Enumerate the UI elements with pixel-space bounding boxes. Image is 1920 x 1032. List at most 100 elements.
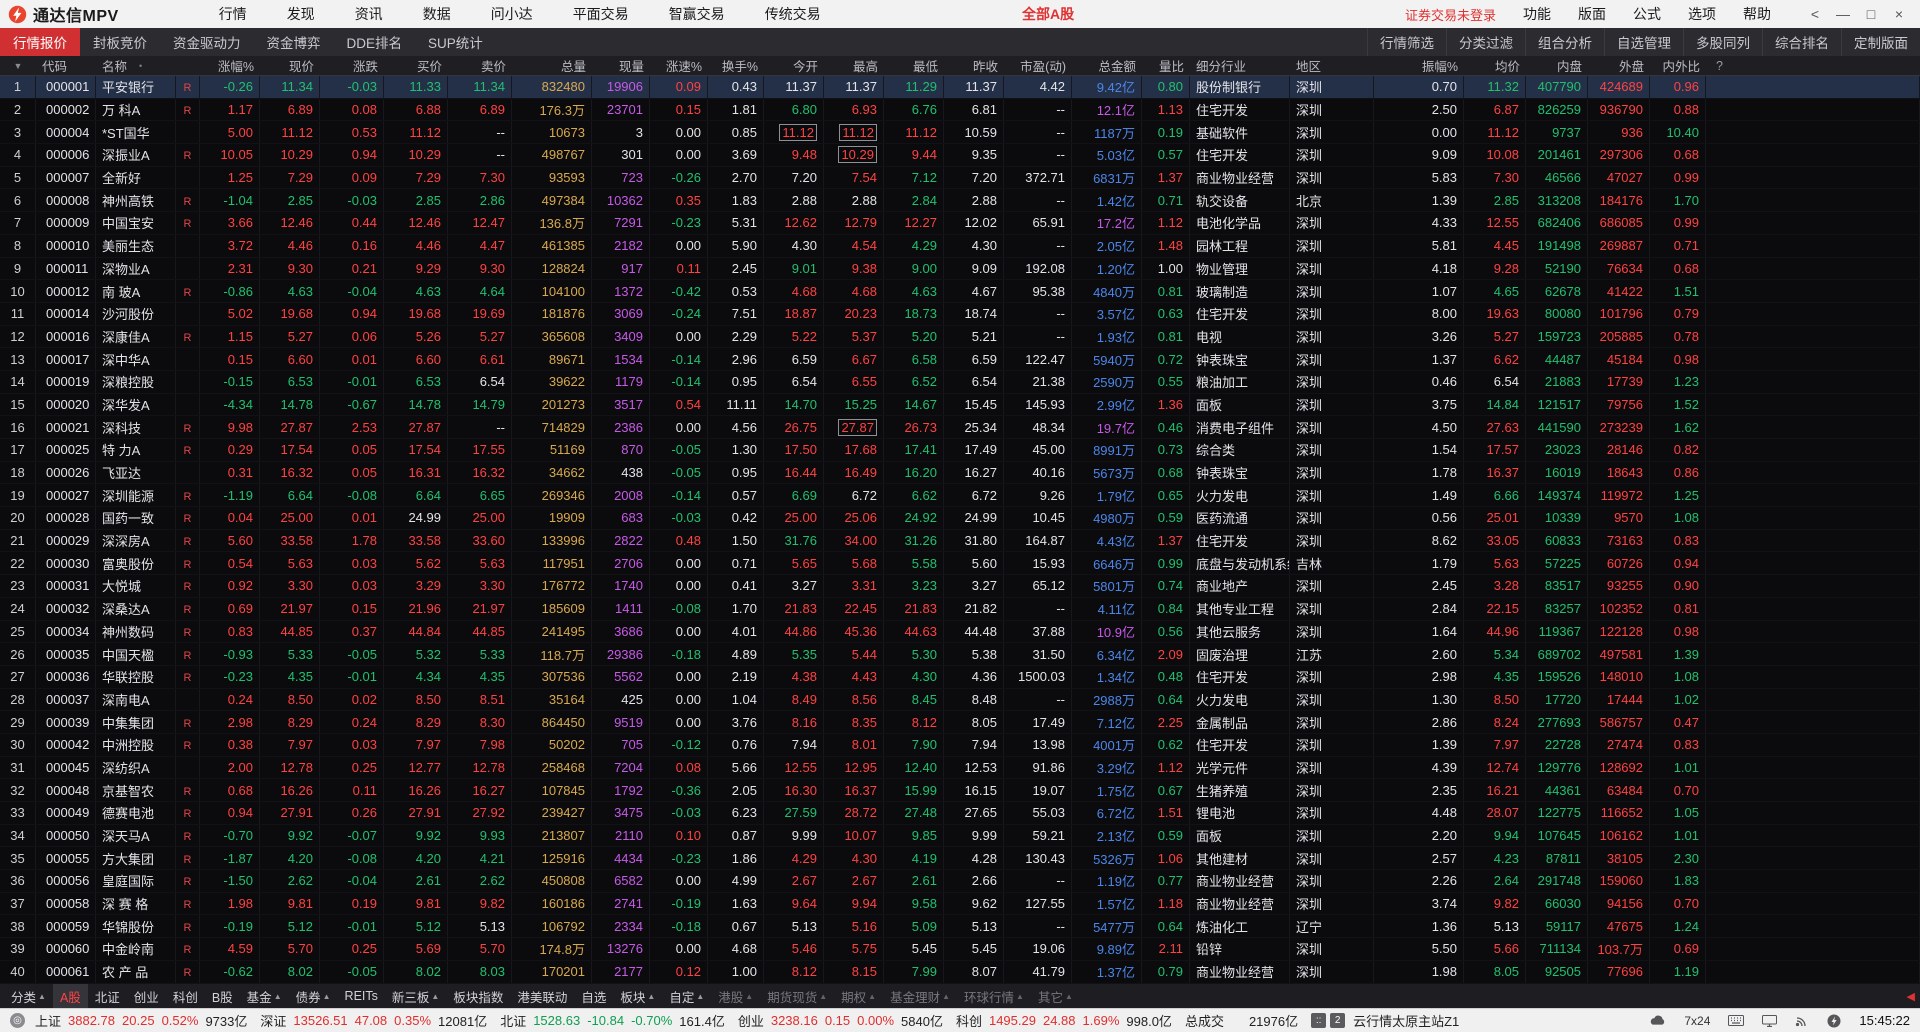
menu-平面交易[interactable]: 平面交易 (573, 4, 629, 24)
tab-资金驱动力[interactable]: 资金驱动力 (160, 28, 254, 56)
col-header-amp[interactable]: 振幅% (1374, 56, 1464, 75)
col-header-high[interactable]: 最高 (824, 56, 884, 75)
col-header-cur[interactable]: 现量 (592, 56, 650, 75)
stock-row-000059[interactable]: 38000059华锦股份R-0.195.12-0.015.125.1310679… (0, 915, 1920, 938)
tool-组合分析[interactable]: 组合分析 (1525, 28, 1604, 56)
stock-row-000034[interactable]: 25000034神州数码R0.8344.850.3744.8444.852414… (0, 621, 1920, 644)
col-header-amount[interactable]: 总金额 (1072, 56, 1142, 75)
col-header-turn[interactable]: 换手% (708, 56, 764, 75)
tool-分类过滤[interactable]: 分类过滤 (1446, 28, 1525, 56)
market-tab-自选[interactable]: 自选 (574, 984, 613, 1008)
market-tab-其它[interactable]: 其它▲ (1031, 984, 1080, 1008)
col-header-inner[interactable]: 内盘 (1526, 56, 1588, 75)
tab-SUP统计[interactable]: SUP统计 (415, 28, 496, 56)
stock-row-000012[interactable]: 10000012南 玻AR-0.864.63-0.044.634.6410410… (0, 280, 1920, 303)
col-header-low[interactable]: 最低 (884, 56, 944, 75)
market-tab-自定[interactable]: 自定▲ (662, 984, 711, 1008)
stock-row-000050[interactable]: 34000050深天马AR-0.709.92-0.079.929.9321380… (0, 825, 1920, 848)
index-深证[interactable]: 深证13526.5147.080.35%12081亿 (260, 1011, 487, 1030)
market-tab-板块[interactable]: 板块▲ (613, 984, 662, 1008)
stock-row-000027[interactable]: 19000027深圳能源R-1.196.64-0.086.646.6526934… (0, 484, 1920, 507)
col-header-avg[interactable]: 均价 (1464, 56, 1526, 75)
stock-row-000030[interactable]: 22000030富奥股份R0.545.630.035.625.631179512… (0, 552, 1920, 575)
stock-row-000032[interactable]: 24000032深桑达AR0.6921.970.1521.9621.971856… (0, 598, 1920, 621)
market-tab-新三板[interactable]: 新三板▲ (385, 984, 446, 1008)
stock-row-000037[interactable]: 28000037深南电A0.248.500.028.508.5135164425… (0, 689, 1920, 712)
stock-row-000060[interactable]: 39000060中金岭南R4.595.700.255.695.70174.8万1… (0, 938, 1920, 961)
col-header-filler[interactable]: ? (1706, 56, 1920, 75)
col-header-pe[interactable]: 市盈(动) (1004, 56, 1072, 75)
tool-综合排名[interactable]: 综合排名 (1762, 28, 1841, 56)
keyboard-icon[interactable] (1728, 1015, 1744, 1026)
stock-row-000045[interactable]: 31000045深纺织A2.0012.780.2512.7712.7825846… (0, 757, 1920, 780)
col-header-open[interactable]: 今开 (764, 56, 824, 75)
cloud-icon[interactable] (1649, 1014, 1666, 1027)
menu-数据[interactable]: 数据 (423, 4, 451, 24)
col-header-r[interactable] (176, 56, 200, 75)
col-header-ratio[interactable]: 内外比 (1650, 56, 1706, 75)
menu-发现[interactable]: 发现 (287, 4, 315, 24)
stock-row-000017[interactable]: 13000017深中华A0.156.600.016.606.6189671153… (0, 348, 1920, 371)
tab-DDE排名[interactable]: DDE排名 (334, 28, 416, 56)
close-icon[interactable]: × (1886, 3, 1912, 25)
menu-资讯[interactable]: 资讯 (355, 4, 383, 24)
col-header-name[interactable]: 名称• (96, 56, 176, 75)
market-tab-债券[interactable]: 债券▲ (289, 984, 338, 1008)
stock-row-000025[interactable]: 17000025特 力AR0.2917.540.0517.5417.555116… (0, 439, 1920, 462)
market-tab-期货现货[interactable]: 期货现货▲ (760, 984, 834, 1008)
stock-row-000016[interactable]: 12000016深康佳AR1.155.270.065.265.273656083… (0, 326, 1920, 349)
stock-row-000008[interactable]: 6000008神州高铁R-1.042.85-0.032.852.86497384… (0, 189, 1920, 212)
market-tab-分类[interactable]: 分类▲ (4, 984, 53, 1008)
stock-row-000001[interactable]: 1000001平安银行R-0.2611.34-0.0311.3311.34832… (0, 76, 1920, 99)
market-tab-环球行情[interactable]: 环球行情▲ (957, 984, 1031, 1008)
stock-row-000036[interactable]: 27000036华联控股R-0.234.35-0.014.344.3530753… (0, 666, 1920, 689)
col-header-lb[interactable]: 量比 (1142, 56, 1190, 75)
satellite-icon[interactable] (1795, 1014, 1809, 1027)
menu-版面[interactable]: 版面 (1578, 4, 1606, 24)
col-header-pct[interactable]: 涨幅% (200, 56, 260, 75)
tab-行情报价[interactable]: 行情报价 (0, 28, 80, 56)
market-tab-板块指数[interactable]: 板块指数 (446, 984, 510, 1008)
stock-row-000049[interactable]: 33000049德赛电池R0.9427.910.2627.9127.922394… (0, 802, 1920, 825)
menu-选项[interactable]: 选项 (1688, 4, 1716, 24)
market-tab-期权[interactable]: 期权▲ (834, 984, 883, 1008)
col-header-prev[interactable]: 昨收 (944, 56, 1004, 75)
link-status-icon[interactable]: :: (1311, 1013, 1326, 1028)
market-tab-基金理财[interactable]: 基金理财▲ (883, 984, 957, 1008)
tool-多股同列[interactable]: 多股同列 (1683, 28, 1762, 56)
col-header-outer[interactable]: 外盘 (1588, 56, 1650, 75)
stock-row-000011[interactable]: 9000011深物业A2.319.300.219.299.30128824917… (0, 258, 1920, 281)
tab-资金博弈[interactable]: 资金博弈 (254, 28, 334, 56)
market-tab-科创[interactable]: 科创 (166, 984, 205, 1008)
market-tab-A股[interactable]: A股 (53, 984, 88, 1008)
server-name[interactable]: 云行情太原主站Z1 (1353, 1011, 1459, 1030)
col-header-price[interactable]: 现价 (260, 56, 320, 75)
stock-row-000055[interactable]: 35000055方大集团R-1.874.20-0.084.204.2112591… (0, 847, 1920, 870)
login-status-link[interactable]: 证券交易未登录 (1405, 5, 1496, 24)
stock-row-000021[interactable]: 16000021深科技R9.9827.872.5327.87--71482923… (0, 416, 1920, 439)
col-header-chg[interactable]: 涨跌 (320, 56, 384, 75)
stock-row-000028[interactable]: 20000028国药一致R0.0425.000.0124.9925.001990… (0, 507, 1920, 530)
menu-智赢交易[interactable]: 智赢交易 (669, 4, 725, 24)
notification-count-badge[interactable]: 2 (1330, 1013, 1345, 1028)
tab-封板竞价[interactable]: 封板竞价 (80, 28, 160, 56)
collapse-icon[interactable]: < (1802, 3, 1828, 25)
col-header-code[interactable]: 代码 (36, 56, 96, 75)
monitor-icon[interactable] (1762, 1015, 1777, 1027)
menu-公式[interactable]: 公式 (1633, 4, 1661, 24)
stock-row-000019[interactable]: 14000019深粮控股-0.156.53-0.016.536.54396221… (0, 371, 1920, 394)
lightning-icon[interactable] (1827, 1014, 1841, 1028)
market-status-icon[interactable]: ◎ (10, 1013, 25, 1028)
menu-功能[interactable]: 功能 (1523, 4, 1551, 24)
stock-row-000020[interactable]: 15000020深华发A-4.3414.78-0.6714.7814.79201… (0, 394, 1920, 417)
col-header-vol[interactable]: 总量 (512, 56, 592, 75)
menu-帮助[interactable]: 帮助 (1743, 4, 1771, 24)
minimize-icon[interactable]: — (1830, 3, 1856, 25)
menu-问小达[interactable]: 问小达 (491, 4, 533, 24)
tool-定制版面[interactable]: 定制版面 (1841, 28, 1920, 56)
tool-行情筛选[interactable]: 行情筛选 (1367, 28, 1446, 56)
stock-row-000039[interactable]: 29000039中集集团R2.988.290.248.298.308644509… (0, 711, 1920, 734)
index-北证[interactable]: 北证1528.63-10.84-0.70%161.4亿 (500, 1011, 725, 1030)
maximize-icon[interactable]: □ (1858, 3, 1884, 25)
stock-row-000006[interactable]: 4000006深振业AR10.0510.290.9410.29--4987673… (0, 144, 1920, 167)
